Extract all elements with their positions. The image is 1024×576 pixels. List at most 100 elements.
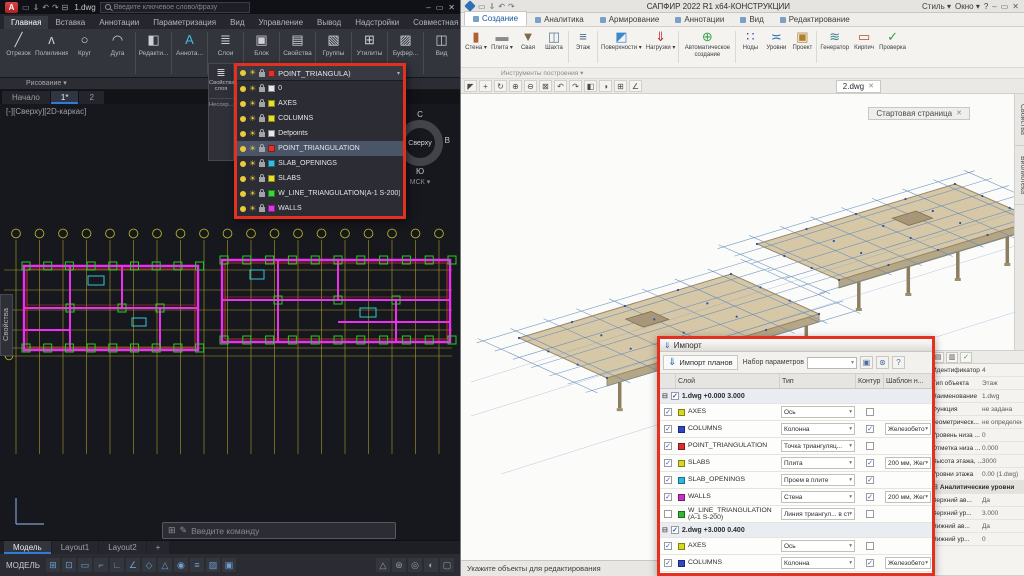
- grid-display-icon[interactable]: ⊞: [46, 558, 60, 572]
- zoom-in-icon[interactable]: ⊕: [509, 80, 522, 92]
- property-row[interactable]: Функцияне задана: [930, 403, 1024, 416]
- collapse-icon[interactable]: ⊟: [662, 392, 668, 400]
- layer-on-icon[interactable]: [240, 131, 246, 137]
- import-group-row[interactable]: ⊟✓2.dwg +3.000 0.400: [660, 523, 932, 538]
- auto-create-tool-button[interactable]: ⊕Автоматическое создание: [680, 28, 734, 66]
- layer-checkbox[interactable]: ✓: [664, 542, 672, 550]
- pile-tool-button[interactable]: ▼Свая: [515, 28, 541, 66]
- import-layer-row[interactable]: ✓SLAB_OPENINGSПроем в плите▾✓: [660, 472, 932, 489]
- ribbon-tab[interactable]: Совместная работа: [406, 16, 460, 29]
- help-search-box[interactable]: [100, 2, 250, 13]
- help-icon[interactable]: ?: [892, 356, 905, 369]
- orbit-icon[interactable]: ↻: [494, 80, 507, 92]
- transparency-icon[interactable]: ▨: [206, 558, 220, 572]
- nodes-tool-button[interactable]: ∷Ноды: [737, 28, 763, 66]
- menu-tab[interactable]: Аннотации: [667, 13, 732, 26]
- contour-checkbox[interactable]: ✓: [866, 493, 874, 501]
- menu-tab[interactable]: Создание: [464, 11, 527, 26]
- selection-cycling-icon[interactable]: ▣: [222, 558, 236, 572]
- help-button[interactable]: ?: [984, 2, 988, 11]
- loads-tool-button[interactable]: ⇓Нагрузки ▾: [644, 28, 678, 66]
- layout-tab[interactable]: +: [147, 541, 170, 554]
- layer-lock-icon[interactable]: [259, 177, 265, 182]
- property-row[interactable]: Высота этажа, ...3000: [930, 455, 1024, 468]
- quick-access-icon[interactable]: ⇓: [33, 3, 40, 12]
- apply-check-icon[interactable]: ✓: [960, 352, 972, 363]
- type-dropdown[interactable]: Колонна▾: [781, 423, 855, 435]
- menu-tab[interactable]: Аналитика: [527, 13, 592, 26]
- layer-freeze-icon[interactable]: ☀: [249, 85, 256, 93]
- polar-tracking-icon[interactable]: ∠: [126, 558, 140, 572]
- property-row[interactable]: ⊟Аналитические уровни: [930, 481, 1024, 494]
- contour-checkbox[interactable]: [866, 510, 874, 518]
- viewcube-top-face[interactable]: Сверху: [408, 140, 431, 147]
- quick-access-icon[interactable]: ⇓: [489, 2, 496, 11]
- contour-checkbox[interactable]: [866, 542, 874, 550]
- object-snap-tracking-icon[interactable]: △: [158, 558, 172, 572]
- layer-freeze-icon[interactable]: ☀: [249, 130, 256, 138]
- contour-checkbox[interactable]: ✓: [866, 559, 874, 567]
- property-row[interactable]: Идентификатор4: [930, 364, 1024, 377]
- close-button[interactable]: ✕: [448, 3, 455, 12]
- layer-lock-icon[interactable]: [259, 102, 265, 107]
- quick-access-icon[interactable]: ↶: [42, 3, 49, 12]
- property-row[interactable]: Геометрическ...не определено: [930, 416, 1024, 429]
- layer-lock-icon[interactable]: [259, 162, 265, 167]
- save-parameter-set-icon[interactable]: ▣: [860, 356, 873, 369]
- levels-tool-button[interactable]: ≍Уровни: [763, 28, 789, 66]
- isolate-objects-icon[interactable]: ◎: [408, 558, 422, 572]
- layer-list-item[interactable]: ☀SLABS: [237, 171, 403, 186]
- layer-checkbox[interactable]: ✓: [664, 476, 672, 484]
- document-tab[interactable]: 2.dwg ✕: [836, 80, 881, 93]
- layer-on-icon[interactable]: [240, 146, 246, 152]
- grid-icon[interactable]: ⊞: [614, 80, 627, 92]
- zoom-out-icon[interactable]: ⊖: [524, 80, 537, 92]
- ortho-mode-icon[interactable]: ∟: [110, 558, 124, 572]
- layout-tab[interactable]: Layout2: [99, 541, 145, 554]
- search-input[interactable]: [114, 4, 245, 11]
- side-tab[interactable]: Библиотека: [1015, 146, 1024, 205]
- isodraft-icon[interactable]: ◇: [142, 558, 156, 572]
- layer-list-item[interactable]: ☀POINT_TRIANGULATION: [237, 141, 403, 156]
- close-icon[interactable]: ✕: [956, 109, 962, 118]
- modify-panel-button[interactable]: ◧Редакти...: [137, 29, 170, 77]
- lineweight-icon[interactable]: ≡: [190, 558, 204, 572]
- column-header[interactable]: Шаблон н...: [884, 374, 932, 388]
- layer-freeze-icon[interactable]: ☀: [249, 160, 256, 168]
- import-layer-row[interactable]: ✓POINT_TRIANGULATIONТочка триангуляц...▾: [660, 438, 932, 455]
- slab-tool-button[interactable]: ▬Плита ▾: [489, 28, 515, 66]
- property-row[interactable]: Тип объектаЭтаж: [930, 377, 1024, 390]
- layer-color-swatch[interactable]: [268, 100, 275, 107]
- type-dropdown[interactable]: Плита▾: [781, 457, 855, 469]
- polyline-tool-button[interactable]: ʌПолилиния: [35, 29, 68, 77]
- layer-list-item[interactable]: ☀WALLS: [237, 201, 403, 216]
- layer-lock-icon[interactable]: [259, 132, 265, 137]
- property-row[interactable]: Отметка низа ...0.000: [930, 442, 1024, 455]
- command-line[interactable]: ⊞ ✎: [162, 522, 396, 539]
- layer-checkbox[interactable]: ✓: [664, 459, 672, 467]
- ribbon-tab[interactable]: Параметризация: [146, 16, 223, 29]
- object-snap-icon[interactable]: ◉: [174, 558, 188, 572]
- panel-caption-label[interactable]: Рисование ▾: [26, 80, 67, 87]
- template-dropdown[interactable]: Железобетон коло...▾: [885, 423, 931, 435]
- clean-screen-icon[interactable]: ▢: [440, 558, 454, 572]
- type-dropdown[interactable]: Ось▾: [781, 406, 855, 418]
- layer-state-combo[interactable]: Несохр...: [209, 98, 233, 108]
- property-row[interactable]: Нижний ур...0: [930, 533, 1024, 546]
- parameter-set-combo[interactable]: ▾: [807, 357, 857, 369]
- category-view-icon[interactable]: ▥: [946, 352, 958, 363]
- snap-mode-icon[interactable]: ⊡: [62, 558, 76, 572]
- template-dropdown[interactable]: Железобетон...▾: [885, 557, 931, 569]
- menu-tab[interactable]: Армирование: [592, 13, 668, 26]
- close-icon[interactable]: ✕: [868, 82, 874, 90]
- layer-on-icon[interactable]: [240, 206, 246, 212]
- minimize-button[interactable]: –: [992, 2, 996, 11]
- property-row[interactable]: Верхний ур...3.000: [930, 507, 1024, 520]
- layer-color-swatch[interactable]: [268, 130, 275, 137]
- layer-color-swatch[interactable]: [268, 160, 275, 167]
- dropdown-caret-icon[interactable]: ▾: [397, 70, 400, 77]
- layout-tab[interactable]: Модель: [4, 541, 51, 554]
- brick-tool-button[interactable]: ▭Кирпич: [851, 28, 877, 66]
- import-layer-row[interactable]: ✓COLUMNSКолонна▾✓Железобетон...▾: [660, 555, 932, 572]
- annotation-panel-button[interactable]: AАннота...: [173, 29, 206, 77]
